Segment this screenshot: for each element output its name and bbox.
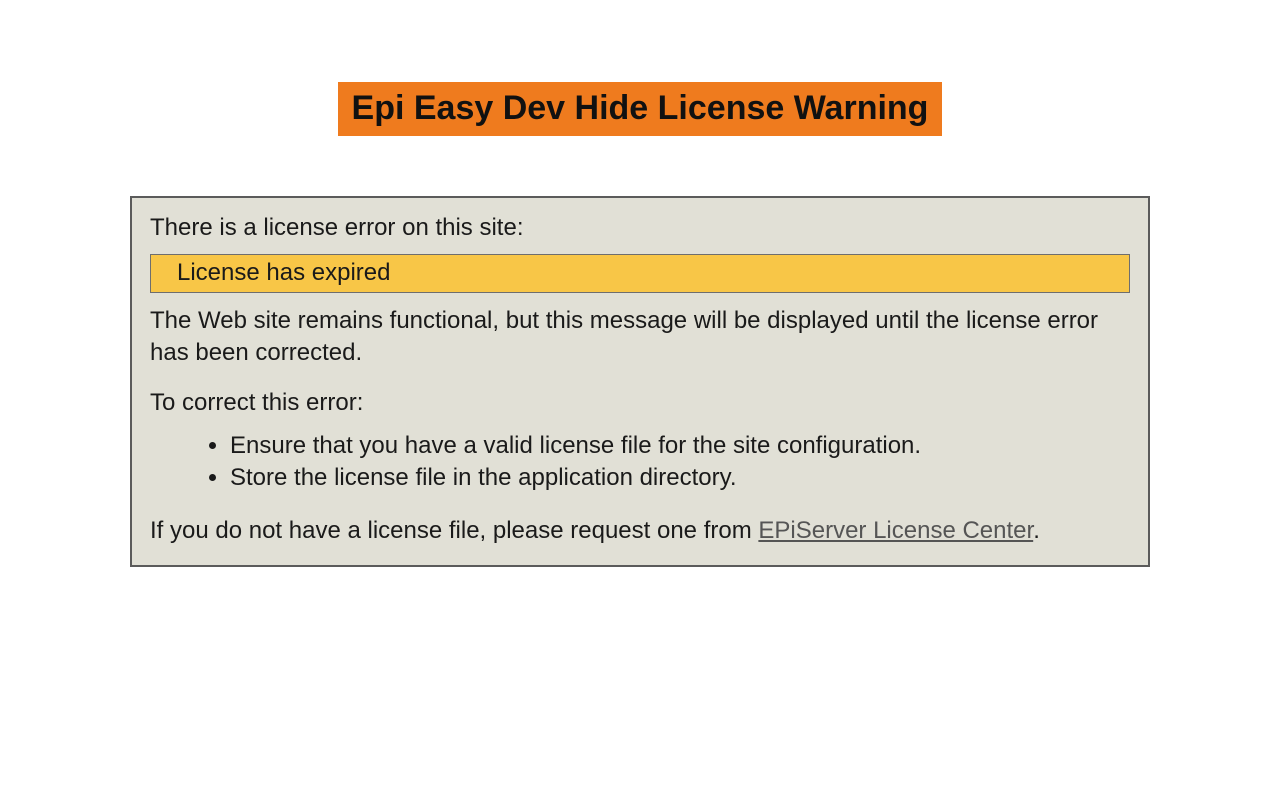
error-footer-text: If you do not have a license file, pleas… <box>150 515 1130 547</box>
license-error-panel: There is a license error on this site: L… <box>130 196 1150 567</box>
error-intro-text: There is a license error on this site: <box>150 212 1130 244</box>
error-correct-label: To correct this error: <box>150 387 1130 419</box>
error-footer-prefix: If you do not have a license file, pleas… <box>150 517 758 544</box>
error-steps-list: Ensure that you have a valid license fil… <box>150 430 1130 495</box>
list-item: Store the license file in the applicatio… <box>230 462 1130 494</box>
page-title: Epi Easy Dev Hide License Warning <box>338 82 943 136</box>
episerver-license-center-link[interactable]: EPiServer License Center <box>758 517 1033 544</box>
error-footer-suffix: . <box>1033 517 1040 544</box>
list-item: Ensure that you have a valid license fil… <box>230 430 1130 462</box>
error-explanation-text: The Web site remains functional, but thi… <box>150 305 1130 370</box>
error-highlight-banner: License has expired <box>150 254 1130 292</box>
